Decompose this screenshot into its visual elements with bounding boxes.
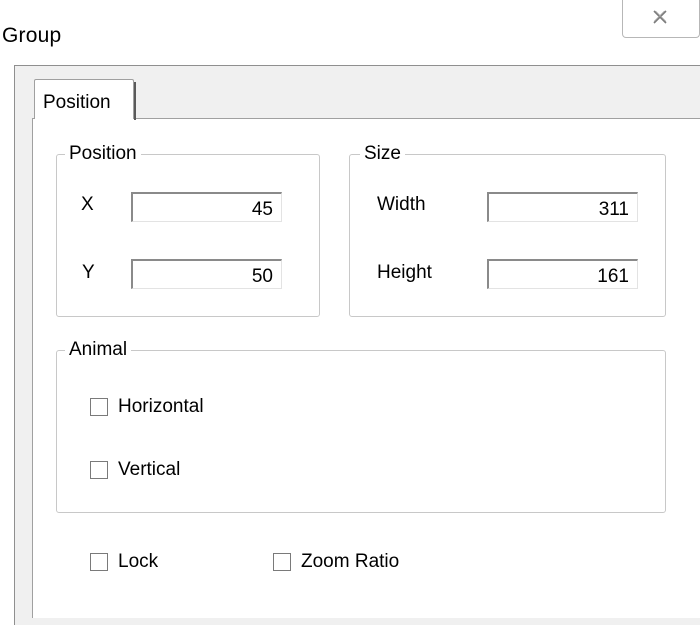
size-group-legend: Size: [360, 143, 405, 165]
animal-group-legend: Animal: [65, 339, 132, 361]
position-groupbox: Position: [56, 143, 320, 317]
width-label: Width: [377, 194, 426, 215]
position-group-legend: Position: [65, 143, 141, 165]
size-groupbox: Size: [349, 143, 666, 317]
zoom-ratio-checkbox[interactable]: Zoom Ratio: [273, 551, 453, 575]
horizontal-checkbox[interactable]: Horizontal: [90, 396, 270, 420]
vertical-label: Vertical: [118, 459, 181, 480]
zoom-ratio-label: Zoom Ratio: [301, 551, 400, 572]
close-button[interactable]: [622, 0, 700, 38]
close-icon: [653, 10, 667, 24]
vertical-checkbox-box[interactable]: [90, 461, 108, 479]
height-input[interactable]: [487, 259, 638, 289]
group-dialog: Group Position Position X Y Size Width H…: [0, 0, 700, 625]
lock-checkbox[interactable]: Lock: [90, 551, 210, 575]
horizontal-checkbox-box[interactable]: [90, 398, 108, 416]
lock-label: Lock: [118, 551, 159, 572]
vertical-checkbox[interactable]: Vertical: [90, 459, 250, 483]
y-input[interactable]: [131, 259, 282, 289]
x-input[interactable]: [131, 192, 282, 222]
height-label: Height: [377, 262, 432, 283]
tab-position-label: Position: [43, 92, 111, 113]
y-label: Y: [82, 262, 95, 283]
horizontal-label: Horizontal: [118, 396, 204, 417]
lock-checkbox-box[interactable]: [90, 553, 108, 571]
tab-position[interactable]: Position: [34, 79, 136, 120]
width-input[interactable]: [487, 192, 638, 222]
x-label: X: [81, 194, 94, 215]
animal-groupbox: Animal: [56, 339, 666, 513]
dialog-title: Group: [2, 24, 62, 47]
zoom-ratio-checkbox-box[interactable]: [273, 553, 291, 571]
